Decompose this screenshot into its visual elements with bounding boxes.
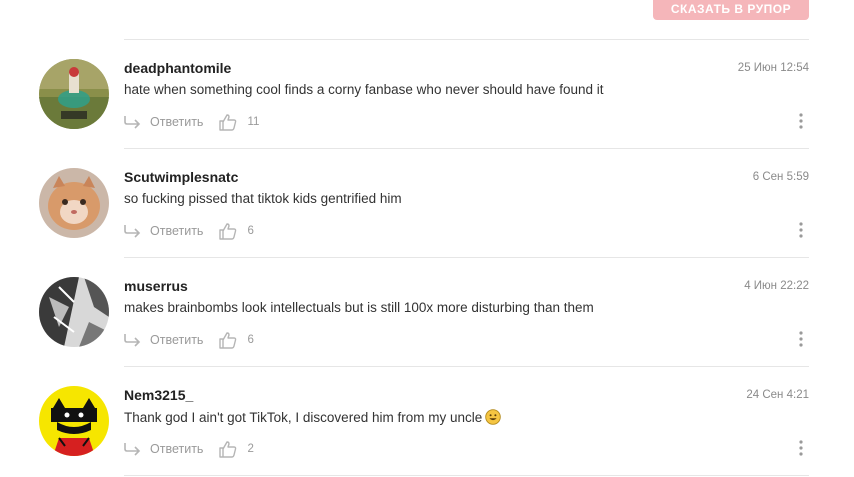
- like-count: 6: [247, 334, 254, 346]
- comment-item: muserrus 4 Июн 22:22 makes brainbombs lo…: [39, 258, 809, 367]
- grinning-face-emoji-icon: [485, 409, 501, 425]
- like-button[interactable]: 6: [219, 222, 254, 240]
- reply-button[interactable]: Ответить: [124, 442, 203, 456]
- comment-text: Thank god I ain't got TikTok, I discover…: [124, 409, 501, 425]
- like-button[interactable]: 2: [219, 440, 254, 458]
- comment-text: so fucking pissed that tiktok kids gentr…: [124, 191, 402, 206]
- comment-text-content: Thank god I ain't got TikTok, I discover…: [124, 410, 483, 425]
- reply-arrow-icon: [124, 334, 141, 347]
- like-count: 11: [247, 116, 260, 128]
- reply-label: Ответить: [150, 115, 204, 129]
- comment-date: 24 Сен 4:21: [746, 389, 809, 401]
- reply-label: Ответить: [150, 442, 204, 456]
- more-options-icon[interactable]: [797, 439, 805, 457]
- username[interactable]: Scutwimplesnatc: [124, 169, 238, 185]
- comment-actions: Ответить 2: [124, 439, 254, 459]
- thumbs-up-icon: [219, 440, 237, 458]
- thumbs-up-icon: [219, 222, 237, 240]
- comment-item: deadphantomile 25 Июн 12:54 hate when so…: [39, 40, 809, 149]
- comment-date: 6 Сен 5:59: [752, 171, 809, 183]
- more-options-icon[interactable]: [797, 112, 805, 130]
- reply-arrow-icon: [124, 116, 141, 129]
- username[interactable]: deadphantomile: [124, 60, 231, 76]
- like-button[interactable]: 6: [219, 331, 254, 349]
- comment-date: 4 Июн 22:22: [744, 280, 809, 292]
- more-options-icon[interactable]: [797, 330, 805, 348]
- comment-actions: Ответить 6: [124, 330, 254, 350]
- avatar[interactable]: [39, 59, 109, 129]
- like-button[interactable]: 11: [219, 113, 260, 131]
- thumbs-up-icon: [219, 331, 237, 349]
- comment-actions: Ответить 6: [124, 221, 254, 241]
- reply-label: Ответить: [150, 224, 204, 238]
- reply-arrow-icon: [124, 443, 141, 456]
- like-count: 6: [247, 225, 254, 237]
- comment-item: Scutwimplesnatc 6 Сен 5:59 so fucking pi…: [39, 149, 809, 258]
- like-count: 2: [247, 443, 254, 455]
- more-options-icon[interactable]: [797, 221, 805, 239]
- reply-button[interactable]: Ответить: [124, 333, 203, 347]
- reply-label: Ответить: [150, 333, 204, 347]
- comment-text: hate when something cool finds a corny f…: [124, 82, 604, 97]
- reply-button[interactable]: Ответить: [124, 224, 203, 238]
- thumbs-up-icon: [219, 113, 237, 131]
- reply-arrow-icon: [124, 225, 141, 238]
- avatar[interactable]: [39, 168, 109, 238]
- say-in-megaphone-button[interactable]: СКАЗАТЬ В РУПОР: [653, 0, 809, 20]
- username[interactable]: Nem3215_: [124, 387, 193, 403]
- comment-actions: Ответить 11: [124, 112, 259, 132]
- avatar[interactable]: [39, 386, 109, 456]
- username[interactable]: muserrus: [124, 278, 188, 294]
- comment-date: 25 Июн 12:54: [737, 62, 809, 74]
- comment-list: deadphantomile 25 Июн 12:54 hate when so…: [0, 40, 854, 476]
- reply-button[interactable]: Ответить: [124, 115, 203, 129]
- avatar[interactable]: [39, 277, 109, 347]
- comment-text: makes brainbombs look intellectuals but …: [124, 300, 594, 315]
- comment-item: Nem3215_ 24 Сен 4:21 Thank god I ain't g…: [39, 367, 809, 476]
